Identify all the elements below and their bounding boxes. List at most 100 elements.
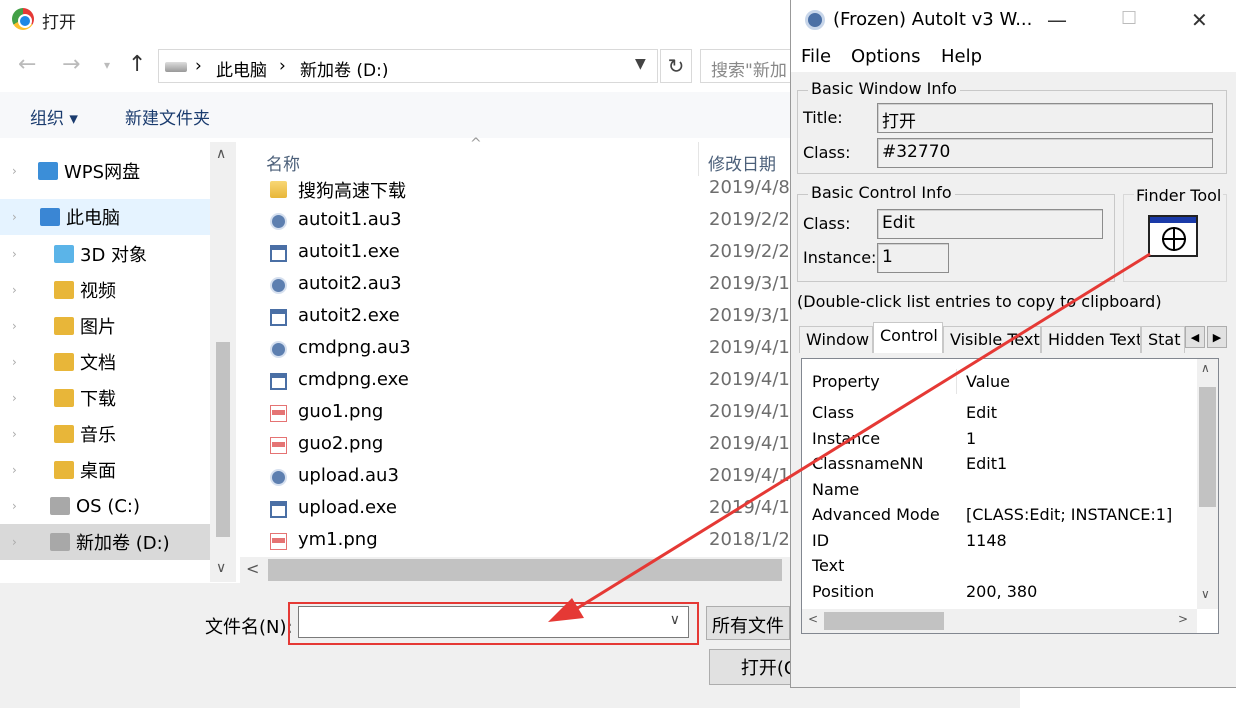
- file-row[interactable]: guo2.png 2019/4/1: [240, 429, 790, 461]
- property-row[interactable]: Advanced Mode [CLASS:Edit; INSTANCE:1]: [802, 502, 1197, 527]
- file-date: 2019/4/1: [709, 497, 790, 518]
- expand-chevron-icon[interactable]: ›: [12, 391, 17, 405]
- expand-chevron-icon[interactable]: ›: [12, 355, 17, 369]
- tree-item[interactable]: › 桌面: [0, 452, 210, 488]
- tree-item[interactable]: › OS (C:): [0, 488, 210, 524]
- column-header-value[interactable]: Value: [966, 372, 1010, 391]
- expand-chevron-icon[interactable]: ›: [12, 535, 17, 549]
- expand-chevron-icon[interactable]: ›: [12, 499, 17, 513]
- tab-scroll-right-icon[interactable]: ▶: [1207, 326, 1227, 348]
- window-title-field[interactable]: 打开: [877, 103, 1213, 133]
- scroll-down-icon[interactable]: ∨: [216, 560, 226, 576]
- tree-item[interactable]: › WPS网盘: [0, 153, 210, 189]
- expand-chevron-icon[interactable]: ›: [12, 164, 17, 178]
- refresh-icon[interactable]: ↻: [660, 49, 692, 83]
- forward-arrow-icon[interactable]: →: [62, 52, 80, 77]
- file-list-horizontal-scrollbar[interactable]: <: [240, 557, 790, 583]
- property-row[interactable]: Name: [802, 477, 1197, 502]
- expand-chevron-icon[interactable]: ›: [12, 210, 17, 224]
- column-header-date[interactable]: 修改日期: [708, 150, 776, 175]
- property-row[interactable]: Class Edit: [802, 400, 1197, 425]
- property-name: Text: [812, 556, 845, 575]
- tree-item[interactable]: › 新加卷 (D:): [0, 524, 210, 560]
- file-row[interactable]: autoit1.exe 2019/2/2: [240, 237, 790, 269]
- scroll-down-icon[interactable]: ∨: [1201, 587, 1210, 601]
- expand-chevron-icon[interactable]: ›: [12, 247, 17, 261]
- tab-visible-text[interactable]: Visible Text: [943, 326, 1041, 353]
- tree-item[interactable]: › 下载: [0, 380, 210, 416]
- tab-statusbar[interactable]: Stat: [1141, 326, 1185, 353]
- tree-scrollbar-thumb[interactable]: [216, 342, 230, 537]
- menu-options[interactable]: Options: [851, 46, 920, 67]
- breadcrumb-drive-d[interactable]: 新加卷 (D:): [300, 56, 389, 81]
- organize-button[interactable]: 组织 ▾: [30, 104, 78, 129]
- maximize-icon[interactable]: ☐: [1121, 8, 1137, 29]
- file-row[interactable]: upload.au3 2019/4/1: [240, 461, 790, 493]
- vertical-scrollbar-thumb[interactable]: [1199, 387, 1216, 507]
- tree-item[interactable]: › 音乐: [0, 416, 210, 452]
- scroll-left-icon[interactable]: <: [808, 612, 818, 626]
- address-bar[interactable]: › 此电脑 › 新加卷 (D:) ▼: [158, 49, 658, 83]
- file-row[interactable]: guo1.png 2019/4/1: [240, 397, 790, 429]
- tab-hidden-text[interactable]: Hidden Text: [1041, 326, 1141, 353]
- search-input[interactable]: 搜索"新加: [700, 49, 800, 83]
- property-row[interactable]: Instance 1: [802, 426, 1197, 451]
- property-row[interactable]: ID 1148: [802, 528, 1197, 553]
- expand-chevron-icon[interactable]: ›: [12, 427, 17, 441]
- address-dropdown-icon[interactable]: ▼: [635, 56, 646, 72]
- tree-item[interactable]: › 此电脑: [0, 199, 210, 235]
- tab-scroll-left-icon[interactable]: ◀: [1185, 326, 1205, 348]
- file-row[interactable]: cmdpng.exe 2019/4/1: [240, 365, 790, 397]
- property-list-vertical-scrollbar[interactable]: ∧ ∨: [1197, 359, 1218, 609]
- column-divider[interactable]: [698, 142, 699, 176]
- control-class-field[interactable]: Edit: [877, 209, 1103, 239]
- horizontal-scrollbar-thumb[interactable]: [824, 612, 944, 630]
- property-row[interactable]: Position 200, 380: [802, 579, 1197, 604]
- tree-item[interactable]: › 视频: [0, 272, 210, 308]
- finder-tool-crosshair-icon[interactable]: [1148, 215, 1198, 257]
- menu-help[interactable]: Help: [941, 46, 982, 67]
- breadcrumb-this-pc[interactable]: 此电脑: [216, 56, 267, 81]
- property-row[interactable]: Text: [802, 553, 1197, 578]
- file-row[interactable]: autoit1.au3 2019/2/2: [240, 205, 790, 237]
- menu-file[interactable]: File: [801, 46, 831, 67]
- file-row[interactable]: ym1.png 2018/1/2: [240, 525, 790, 557]
- control-instance-field[interactable]: 1: [877, 243, 949, 273]
- tree-item[interactable]: › 3D 对象: [0, 236, 210, 272]
- horizontal-scrollbar-thumb[interactable]: [268, 559, 782, 581]
- column-header-property[interactable]: Property: [812, 372, 880, 391]
- expand-chevron-icon[interactable]: ›: [12, 463, 17, 477]
- back-arrow-icon[interactable]: ←: [18, 52, 36, 77]
- file-row[interactable]: autoit2.au3 2019/3/1: [240, 269, 790, 301]
- sort-ascending-icon: ^: [470, 136, 482, 152]
- scroll-right-icon[interactable]: >: [1178, 612, 1188, 626]
- file-row[interactable]: upload.exe 2019/4/1: [240, 493, 790, 525]
- tab-control[interactable]: Control: [873, 322, 943, 353]
- expand-chevron-icon[interactable]: ›: [12, 283, 17, 297]
- tree-scrollbar[interactable]: ∧ ∨: [210, 142, 236, 582]
- close-icon[interactable]: ✕: [1191, 8, 1208, 32]
- column-header-name[interactable]: 名称: [266, 150, 300, 175]
- window-class-field[interactable]: #32770: [877, 138, 1213, 168]
- property-row[interactable]: ClassnameNN Edit1: [802, 451, 1197, 476]
- tree-item[interactable]: › 图片: [0, 308, 210, 344]
- scroll-left-icon[interactable]: <: [246, 559, 259, 578]
- tree-item[interactable]: › 文档: [0, 344, 210, 380]
- expand-chevron-icon[interactable]: ›: [12, 319, 17, 333]
- recent-locations-chevron-icon[interactable]: ▾: [104, 58, 110, 72]
- tree-item-label: 文档: [80, 353, 116, 374]
- new-folder-button[interactable]: 新建文件夹: [125, 104, 210, 129]
- column-divider[interactable]: [956, 369, 957, 394]
- file-row[interactable]: 搜狗高速下载 2019/4/8: [240, 173, 790, 205]
- tree-item-label: 视频: [80, 281, 116, 302]
- minimize-icon[interactable]: —: [1047, 8, 1067, 32]
- file-row[interactable]: cmdpng.au3 2019/4/1: [240, 333, 790, 365]
- property-list-horizontal-scrollbar[interactable]: < >: [802, 609, 1197, 633]
- scroll-up-icon[interactable]: ∧: [216, 146, 226, 162]
- scroll-up-icon[interactable]: ∧: [1201, 361, 1210, 375]
- file-type-filter[interactable]: 所有文件: [706, 606, 790, 640]
- tab-window[interactable]: Window: [799, 326, 873, 353]
- up-arrow-icon[interactable]: ↑: [128, 52, 146, 77]
- file-row[interactable]: autoit2.exe 2019/3/1: [240, 301, 790, 333]
- autoit-window-info: (Frozen) AutoIt v3 W... — ☐ ✕ File Optio…: [790, 0, 1236, 688]
